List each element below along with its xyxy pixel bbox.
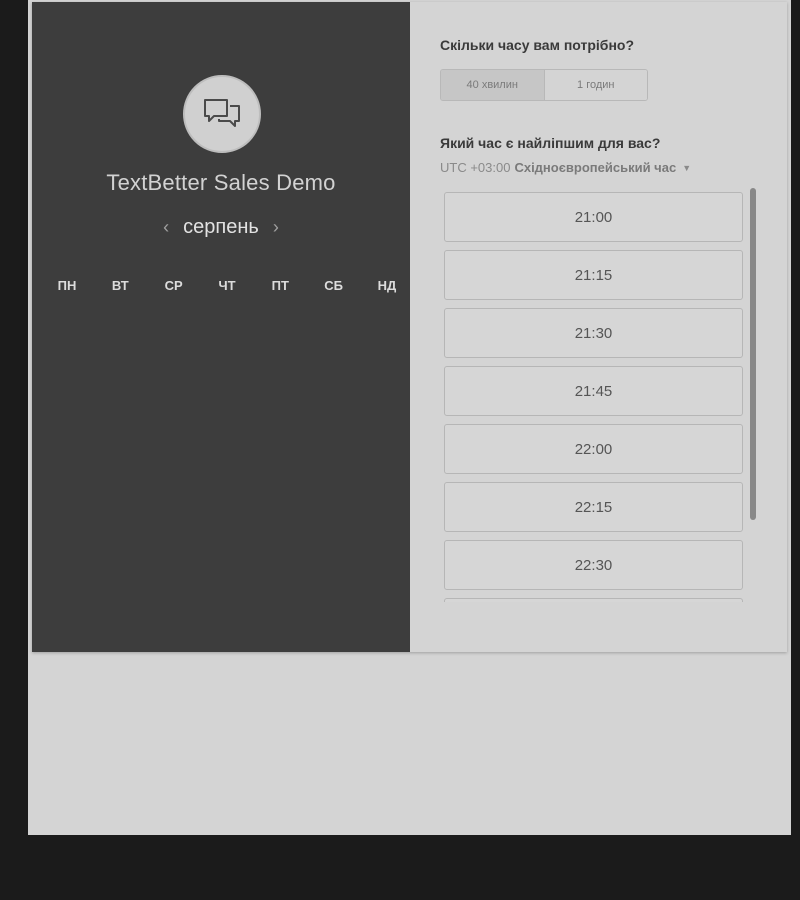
weekday-header: ПН ВТ СР ЧТ ПТ СБ НД <box>43 278 411 293</box>
time-selection-panel: Скільки часу вам потрібно? 40 хвилин 1 г… <box>410 2 787 652</box>
avatar <box>183 75 261 153</box>
time-question: Який час є найліпшим для вас? <box>440 135 661 151</box>
duration-option-40min[interactable]: 40 хвилин <box>441 70 545 100</box>
time-slot[interactable]: 21:45 <box>444 366 743 416</box>
month-label: серпень <box>183 216 259 238</box>
duration-question: Скільки часу вам потрібно? <box>440 37 635 53</box>
page-title: TextBetter Sales Demo <box>106 170 336 195</box>
month-navigation: ‹ серпень › <box>32 216 410 239</box>
chevron-right-icon[interactable]: › <box>273 217 279 238</box>
weekday-label: СБ <box>324 278 343 293</box>
booking-card: TextBetter Sales Demo ‹ серпень › ПН ВТ … <box>32 2 787 652</box>
weekday-label: ПН <box>57 278 77 293</box>
calendar-panel: TextBetter Sales Demo ‹ серпень › ПН ВТ … <box>32 2 410 652</box>
time-slot-list: 21:00 21:15 21:30 21:45 22:00 22:15 22:3… <box>444 192 744 602</box>
time-slot[interactable]: 21:00 <box>444 192 743 242</box>
weekday-label: ПТ <box>271 278 289 293</box>
time-slot[interactable]: 21:15 <box>444 250 743 300</box>
chat-bubbles-icon <box>204 99 240 127</box>
caret-down-icon: ▼ <box>682 162 692 173</box>
weekday-label: НД <box>377 278 397 293</box>
time-slot[interactable]: 22:15 <box>444 482 743 532</box>
weekday-label: ЧТ <box>218 278 236 293</box>
time-slot[interactable]: 22:00 <box>444 424 743 474</box>
duration-option-1hour[interactable]: 1 годин <box>544 70 647 100</box>
timezone-selector[interactable]: UTC +03:00 Східноєвропейський час ▼ <box>440 160 691 175</box>
chevron-left-icon[interactable]: ‹ <box>163 217 169 238</box>
duration-toggle: 40 хвилин 1 годин <box>440 69 648 101</box>
weekday-label: ВТ <box>111 278 129 293</box>
page-container: TextBetter Sales Demo ‹ серпень › ПН ВТ … <box>28 0 791 835</box>
weekday-label: СР <box>164 278 183 293</box>
time-slot[interactable]: 22:30 <box>444 540 743 590</box>
time-slot[interactable] <box>444 598 743 602</box>
time-slot[interactable]: 21:30 <box>444 308 743 358</box>
slot-list-scrollbar[interactable] <box>750 188 756 520</box>
timezone-offset: UTC +03:00 <box>440 160 511 175</box>
timezone-name: Східноєвропейський час <box>514 160 677 175</box>
